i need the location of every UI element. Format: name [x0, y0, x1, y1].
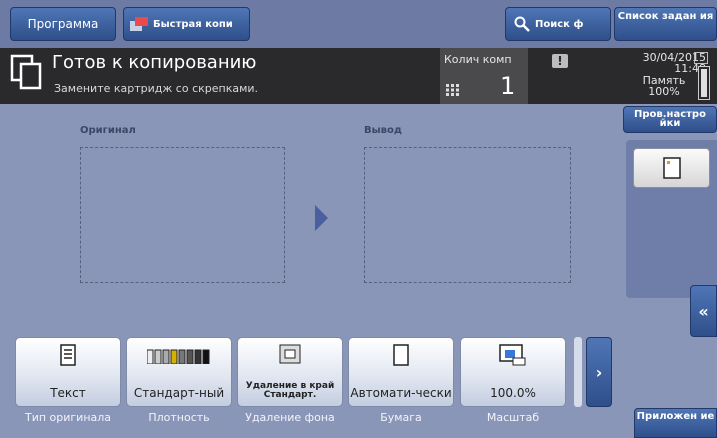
- paper-value: Автомати-чески: [350, 386, 452, 400]
- function-button-paper[interactable]: Автомати-чески: [348, 337, 454, 407]
- top-bar: Программа Быстрая копи Поиск ф Список за…: [0, 0, 717, 48]
- density-value: Стандарт-ный: [133, 386, 225, 400]
- document-text-icon: [60, 344, 76, 366]
- background-removal-value: Удаление в край Стандарт.: [245, 381, 335, 400]
- density-caption: Плотность: [148, 411, 210, 424]
- memory-value: 100%: [648, 85, 680, 98]
- paper-icon: [663, 157, 681, 179]
- quick-copy-button[interactable]: Быстрая копи: [123, 7, 250, 41]
- copy-documents-icon: [10, 54, 42, 90]
- original-label: Оригинал: [80, 125, 136, 136]
- next-functions-button[interactable]: ›: [586, 337, 612, 407]
- function-search-button[interactable]: Поиск ф: [505, 7, 611, 41]
- original-preview: [80, 147, 285, 283]
- applications-button[interactable]: Приложен ие: [634, 408, 717, 438]
- status-message: Замените картридж со скрепками.: [54, 82, 259, 95]
- density-scale-icon: [147, 349, 210, 364]
- double-chevron-left-icon: «: [698, 301, 709, 321]
- arrow-right-icon: [315, 205, 328, 231]
- status-bar: Готов к копированию Замените картридж со…: [0, 48, 717, 104]
- quick-copy-label: Быстрая копи: [153, 18, 233, 30]
- original-type-caption: Тип оригинала: [24, 411, 112, 424]
- keypad-icon[interactable]: [446, 84, 460, 96]
- zoom-value: 100.0%: [490, 386, 536, 400]
- job-list-button[interactable]: Список задан ия: [614, 7, 717, 41]
- function-scroll-indicator: [574, 337, 582, 407]
- date-time: 30/04/2015 11:48: [618, 52, 706, 74]
- program-button[interactable]: Программа: [10, 7, 116, 41]
- search-label: Поиск ф: [535, 18, 584, 30]
- function-button-density[interactable]: Стандарт-ный: [126, 337, 232, 407]
- output-preview: [364, 147, 571, 283]
- memory-gauge-fill: [701, 69, 707, 97]
- paper-caption: Бумага: [380, 411, 422, 424]
- paper-preview-button[interactable]: [633, 148, 710, 188]
- original-type-value: Текст: [50, 386, 86, 400]
- function-button-background-removal[interactable]: Удаление в край Стандарт.: [237, 337, 343, 407]
- usb-icon: [694, 52, 708, 64]
- check-settings-button[interactable]: Пров.настро йки: [623, 106, 717, 133]
- paper-icon: [393, 344, 409, 366]
- quick-copy-icon: [130, 17, 148, 31]
- output-label: Вывод: [364, 125, 402, 136]
- collapse-panel-button[interactable]: «: [690, 285, 717, 337]
- copy-count-value: 1: [500, 72, 516, 100]
- copy-count-label: Колич комп: [444, 53, 512, 66]
- background-removal-caption: Удаление фона: [245, 411, 335, 424]
- time-text: 11:48: [674, 62, 706, 75]
- status-title: Готов к копированию: [52, 52, 257, 73]
- warning-icon[interactable]: !: [552, 54, 568, 68]
- memory-status: Память 100%: [640, 75, 688, 97]
- function-button-original-type[interactable]: Текст: [15, 337, 121, 407]
- zoom-caption: Масштаб: [486, 411, 540, 424]
- edge-erase-icon: [279, 344, 301, 364]
- zoom-icon: [499, 344, 526, 366]
- function-button-zoom[interactable]: 100.0%: [460, 337, 566, 407]
- search-icon: [514, 16, 530, 32]
- chevron-right-icon: ›: [595, 362, 603, 382]
